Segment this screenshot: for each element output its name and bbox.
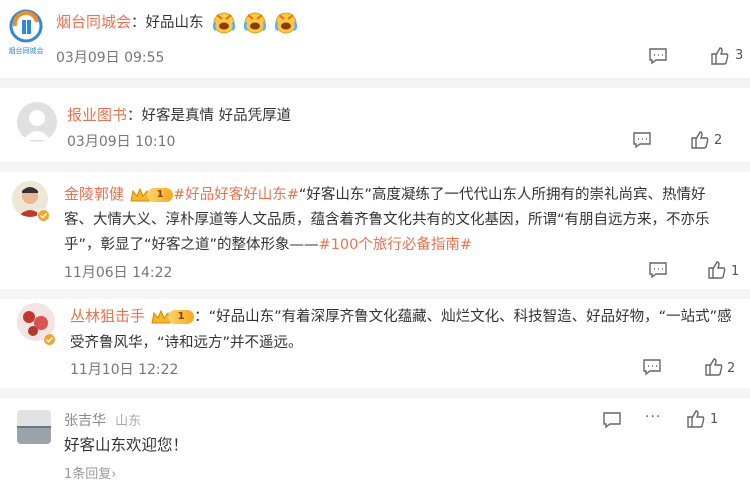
thumb-up-icon[interactable] (704, 357, 724, 377)
laugh-cry-emoji (243, 12, 266, 33)
comment-line: 金陵郭健 1 #好品好客好山东#“好客山东”高度凝练了一代代山东人所拥有的崇礼尚宾… (64, 183, 705, 204)
avatar-caption: 烟台同城会 (8, 47, 44, 55)
comment-icon[interactable] (648, 260, 668, 280)
hashtag-link[interactable]: #100个旅行必备指南# (319, 237, 472, 253)
post-author-name[interactable]: 烟台同城会 (56, 13, 131, 31)
chevron-right-icon: › (111, 467, 117, 482)
vip-badge: 1 (129, 186, 174, 204)
commenter-name[interactable]: 张吉华 (64, 413, 106, 429)
comment-time: 11月10日 12:22 (70, 362, 179, 378)
avatar[interactable] (17, 102, 57, 142)
divider (0, 162, 750, 172)
comment-time: 03月09日 10:10 (67, 134, 176, 150)
vip-badge: 1 (150, 308, 195, 326)
more-icon[interactable]: ··· (645, 409, 661, 425)
location-label: 山东 (115, 414, 142, 429)
comment-icon[interactable] (602, 410, 622, 430)
post-content: 好品山东 (145, 15, 204, 31)
laugh-cry-emoji (274, 12, 297, 33)
comment-text: 客、大情大义、淳朴厚道等人文品质，蕴含着齐鲁文化共有的文化基因，所谓“有朋自远方… (64, 212, 710, 228)
comment-text: ：“好品山东”有着深厚齐鲁文化蕴藏、灿烂文化、科技智造、好品好物，“一站式”感 (194, 309, 732, 325)
thumb-up-icon[interactable] (690, 130, 710, 150)
like-count: 1 (710, 412, 719, 427)
comment-line: 乎”，彰显了“好客之道”的整体形象——#100个旅行必备指南# (64, 237, 473, 253)
comment-icon[interactable] (642, 357, 662, 377)
post-title-line: 烟台同城会：好品山东 (56, 11, 297, 34)
comment-text: 好客是真情 好品凭厚道 (141, 108, 292, 124)
user-photo (17, 410, 51, 444)
divider (0, 388, 750, 398)
thumb-up-icon[interactable] (686, 409, 706, 429)
post-like-count: 3 (735, 48, 744, 63)
post-author-avatar[interactable]: 烟台同城会 (6, 8, 46, 56)
verified-badge-icon (37, 209, 50, 222)
like-count: 2 (714, 133, 723, 148)
comment-line: 张吉华 山东 (64, 410, 141, 430)
comment-text: 受齐鲁风华，“诗和远方”并不遥远。 (70, 335, 303, 351)
thumb-up-icon[interactable] (707, 260, 727, 280)
view-replies-link[interactable]: 1条回复› (64, 463, 116, 482)
comment-icon[interactable] (648, 46, 668, 66)
comment-time: 11月06日 14:22 (64, 265, 173, 281)
commenter-name[interactable]: 金陵郭健 (64, 185, 124, 203)
comment-icon[interactable] (632, 130, 652, 150)
like-count: 2 (727, 361, 736, 376)
divider (0, 78, 750, 88)
comment-text: “好客山东”高度凝练了一代代山东人所拥有的崇礼尚宾、热情好 (298, 187, 706, 203)
laugh-cry-emoji (212, 12, 235, 33)
thumb-up-icon[interactable] (710, 46, 730, 66)
avatar[interactable] (17, 410, 51, 444)
post-time: 03月09日 09:55 (56, 50, 165, 66)
like-count: 1 (731, 264, 740, 279)
comment-line: 丛林狙击手 1 ：“好品山东”有着深厚齐鲁文化蕴藏、灿烂文化、科技智造、好品好物，… (70, 305, 732, 326)
comment-text: 好客山东欢迎您！ (64, 436, 189, 454)
commenter-name[interactable]: 报业图书 (67, 106, 127, 124)
default-avatar-icon (23, 110, 51, 140)
hashtag-link[interactable]: #好品好客好山东# (173, 187, 299, 203)
comment-line: 报业图书：好客是真情 好品凭厚道 (67, 106, 292, 124)
divider (0, 289, 750, 299)
verified-badge-icon (43, 333, 56, 346)
commenter-name[interactable]: 丛林狙击手 (70, 307, 145, 325)
